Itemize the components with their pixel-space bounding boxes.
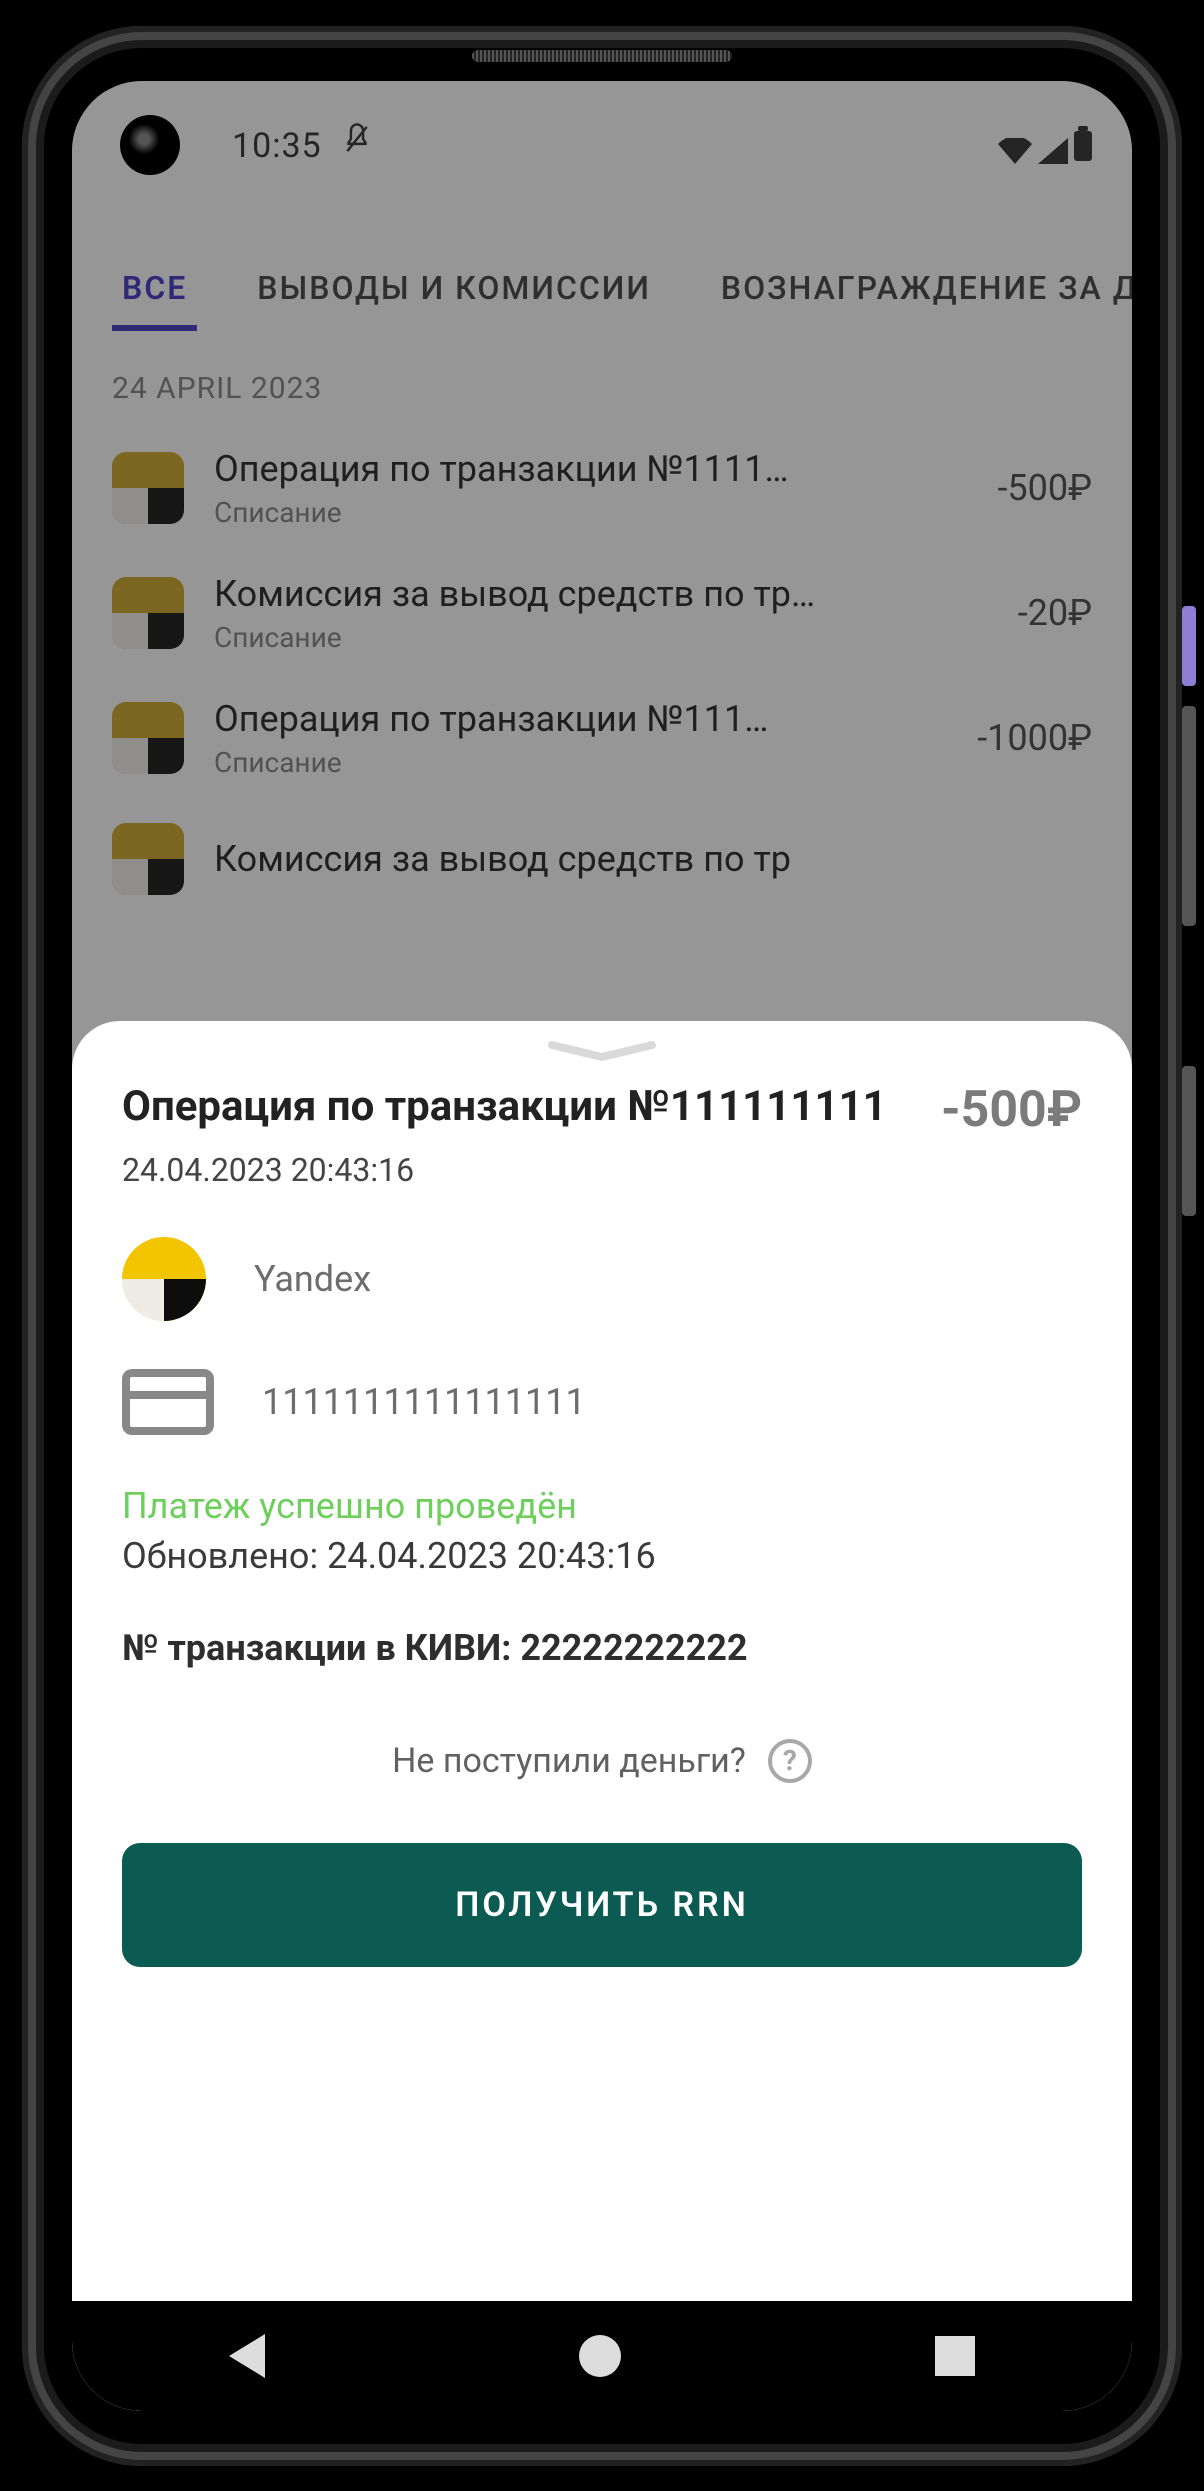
sheet-drag-handle[interactable] [547, 1041, 657, 1061]
card-icon [122, 1369, 214, 1435]
side-button [1182, 606, 1196, 686]
side-button [1182, 1066, 1196, 1216]
help-text: Не поступили деньги? [392, 1741, 746, 1781]
help-icon: ? [768, 1739, 812, 1783]
kiwi-transaction-id: № транзакции в КИВИ: 22222222222 [122, 1627, 1082, 1669]
card-number: 1111111111111111 [262, 1381, 586, 1423]
front-camera [120, 115, 180, 175]
home-button[interactable] [579, 2335, 621, 2377]
transaction-detail-sheet: Операция по транзакции №111111111 -500₽ … [72, 1021, 1132, 2411]
phone-frame: 10:35 ВСЕ [22, 26, 1182, 2466]
sheet-amount: -500₽ [941, 1081, 1082, 1139]
merchant-icon [122, 1237, 206, 1321]
merchant-name: Yandex [254, 1258, 371, 1300]
recent-button[interactable] [935, 2336, 975, 2376]
get-rrn-button[interactable]: ПОЛУЧИТЬ RRN [122, 1843, 1082, 1967]
sheet-title: Операция по транзакции №111111111 [122, 1081, 911, 1134]
speaker-grille [472, 50, 732, 62]
back-button[interactable] [229, 2334, 265, 2378]
side-button [1182, 706, 1196, 926]
android-nav-bar [72, 2301, 1132, 2411]
updated-at: Обновлено: 24.04.2023 20:43:16 [122, 1535, 1082, 1577]
screen: 10:35 ВСЕ [72, 81, 1132, 2411]
payment-status: Платеж успешно проведён [122, 1485, 1082, 1527]
help-row[interactable]: Не поступили деньги? ? [122, 1739, 1082, 1783]
sheet-timestamp: 24.04.2023 20:43:16 [122, 1151, 1082, 1189]
